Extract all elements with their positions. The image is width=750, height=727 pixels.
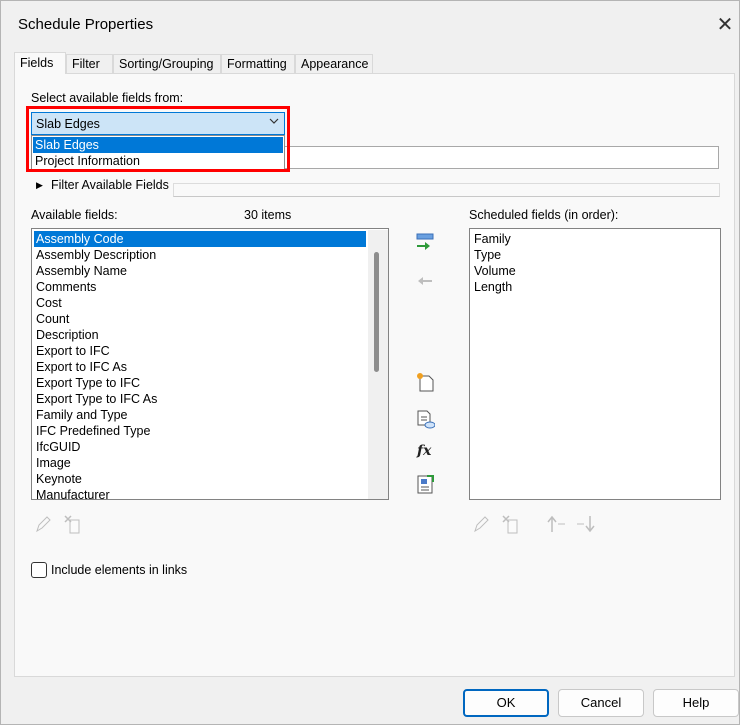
list-item[interactable]: Export Type to IFC [34,375,366,391]
list-item[interactable]: Length [472,279,712,295]
title-bar: Schedule Properties ✕ [1,1,739,49]
list-item[interactable]: Assembly Description [34,247,366,263]
available-fields-label: Available fields: [31,208,118,222]
available-fields-list[interactable]: Assembly Code Assembly Description Assem… [31,228,389,500]
tab-filter[interactable]: Filter [66,54,113,73]
edit-pencil-icon[interactable] [471,514,491,534]
scheduled-fields-label: Scheduled fields (in order): [469,208,619,222]
add-field-icon[interactable] [415,232,435,252]
move-down-icon[interactable] [576,514,596,534]
available-fields-count: 30 items [244,208,292,222]
list-item[interactable]: IfcGUID [34,439,366,455]
ok-button[interactable]: OK [463,689,549,717]
tab-sorting-grouping[interactable]: Sorting/Grouping [113,54,221,73]
scheduled-fields-list[interactable]: Family Type Volume Length [469,228,721,500]
tab-appearance[interactable]: Appearance [295,54,373,73]
delete-parameter-icon[interactable] [501,514,521,534]
list-item[interactable]: Cost [34,295,366,311]
dialog-title: Schedule Properties [18,16,154,33]
list-item[interactable]: Assembly Name [34,263,366,279]
move-up-icon[interactable] [546,514,566,534]
tab-formatting[interactable]: Formatting [221,54,295,73]
highlight-box [26,106,290,172]
cancel-button[interactable]: Cancel [558,689,644,717]
filter-available-fields-label: Filter Available Fields [51,178,169,192]
list-item[interactable]: Comments [34,279,366,295]
combine-parameters-icon[interactable] [415,474,435,494]
list-item[interactable]: Keynote [34,471,366,487]
include-elements-in-links-checkbox[interactable] [31,562,47,578]
expand-triangle-icon[interactable]: ▶ [36,180,43,191]
filter-group-line [173,183,720,197]
new-parameter-icon[interactable] [415,372,435,392]
select-fields-from-label: Select available fields from: [31,91,184,105]
help-button[interactable]: Help [653,689,739,717]
list-item[interactable]: Image [34,455,366,471]
scrollbar-thumb[interactable] [374,252,379,372]
remove-field-icon[interactable] [415,271,435,291]
filter-available-fields-row[interactable]: ▶ Filter Available Fields [31,177,720,199]
svg-text:fx: fx [416,443,432,459]
list-item[interactable]: Description [34,327,366,343]
edit-pencil-icon[interactable] [33,514,53,534]
tab-fields[interactable]: Fields [14,52,66,74]
close-icon[interactable]: ✕ [713,13,737,37]
list-item[interactable]: Export Type to IFC As [34,391,366,407]
list-item[interactable]: Volume [472,263,712,279]
list-item[interactable]: IFC Predefined Type [34,423,366,439]
list-item[interactable]: Type [472,247,712,263]
list-item[interactable]: Assembly Code [34,231,366,247]
list-item[interactable]: Export to IFC As [34,359,366,375]
include-elements-in-links-label: Include elements in links [51,563,188,577]
list-item[interactable]: Family and Type [34,407,366,423]
list-item[interactable]: Count [34,311,366,327]
list-item[interactable]: Manufacturer [34,487,366,499]
delete-parameter-icon[interactable] [63,514,83,534]
formula-icon[interactable]: fx [415,440,435,460]
shared-parameter-icon[interactable] [415,409,436,429]
list-item[interactable]: Export to IFC [34,343,366,359]
filter-search-input[interactable] [285,146,719,169]
list-item[interactable]: Family [472,231,712,247]
